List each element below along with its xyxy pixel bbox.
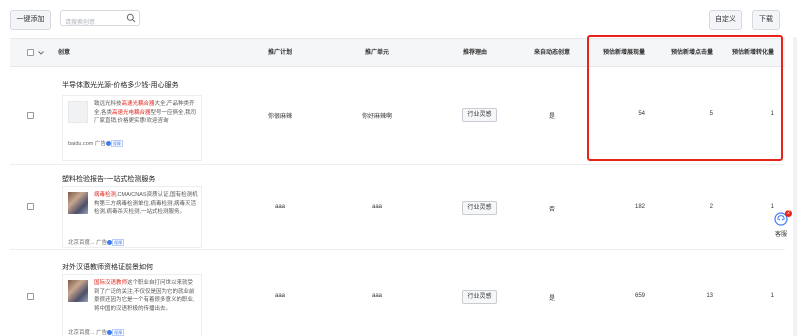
column-header-est-conversions: 预估新增转化量 [731,50,774,56]
creative-site: baidu.com 广告 保障 [68,140,123,148]
customize-columns-button[interactable]: 自定义 [709,10,742,30]
guarantee-badge: 保障 [110,140,123,148]
creative-description: 国际汉语教师这个职业自打问世以来就受到了广泛的关注,不仅仅是因为它的就业前景很还… [94,280,195,312]
creative-site: 北京百度... 广告 保障 [68,329,125,336]
row-checkbox[interactable] [27,293,34,300]
vertical-scrollbar[interactable] [793,37,797,336]
reason-tag-button[interactable]: 行业灵感 [462,290,497,304]
download-button[interactable]: 下载 [752,10,780,30]
creative-site: 北京百度... 广告 保障 [68,239,125,247]
creative-thumbnail [68,280,88,302]
column-header-creative: 创意 [58,50,71,56]
column-header-auto-created: 来自动态创意 [533,50,570,56]
add-all-button[interactable]: 一键添加 [10,10,51,30]
select-all-checkbox[interactable] [27,49,34,56]
row-checkbox[interactable] [27,112,34,119]
search-box[interactable] [60,10,140,30]
auto-created-cell: 是 [548,296,555,302]
unit-cell[interactable]: 你好麻辣啊 [352,111,402,120]
creative-title[interactable]: 塑料检验报告-一站式检测服务 [62,174,155,184]
guarantee-badge: 保障 [112,239,125,247]
row-checkbox[interactable] [27,203,34,210]
creative-description: 致远光科技高速光耦合器大全,产品种类齐全,各类高速光电耦合器型号一应俱全,我司厂… [94,101,197,125]
creative-thumbnail [68,101,88,123]
auto-created-cell: 否 [548,207,555,213]
est-clicks-cell: 13 [706,293,713,299]
search-input[interactable] [61,16,125,30]
creative-preview-card: 致远光科技高速光耦合器大全,产品种类齐全,各类高速光电耦合器型号一应俱全,我司厂… [62,95,202,161]
est-impressions-cell: 54 [638,111,645,117]
campaign-cell[interactable]: 你很麻辣 [255,111,305,120]
creative-description: 病毒检测,CMA/CNAS资质认证,国有检测机构第三方病毒检测单位,病毒检测,病… [94,192,198,216]
campaign-cell[interactable]: aaa [255,204,305,210]
est-clicks-cell: 5 [709,111,713,117]
creative-preview-card: 病毒检测,CMA/CNAS资质认证,国有检测机构第三方病毒检测单位,病毒检测,病… [62,186,202,248]
creative-thumbnail [68,192,88,214]
creative-preview-card: 国际汉语教师这个职业自打问世以来就受到了广泛的关注,不仅仅是因为它的就业前景很还… [62,274,202,336]
toolbar: 一键添加 自定义 下载 [0,0,800,36]
search-icon[interactable] [126,13,136,23]
column-header-est-clicks: 预估新增点击量 [670,50,713,56]
est-impressions-cell: 182 [634,204,645,210]
table-header: 创意 推广计划 推广单元 推荐理由 来自动态创意 预估新增展现量 预估新增点击量… [10,39,785,67]
customer-service-label: 客服 [774,232,787,238]
unit-cell[interactable]: aaa [352,204,402,210]
creatives-table: 创意 推广计划 推广单元 推荐理由 来自动态创意 预估新增展现量 预估新增点击量… [10,38,785,336]
column-header-reason: 推荐理由 [462,50,487,56]
est-clicks-cell: 2 [709,204,713,210]
table-row: 塑料检验报告-一站式检测服务 病毒检测,CMA/CNAS资质认证,国有检测机构第… [10,165,785,250]
creative-title[interactable]: 半导体激光光源-价格多少钱-用心服务 [62,80,179,90]
auto-created-cell: 是 [548,114,555,120]
reason-tag-button[interactable]: 行业灵感 [462,108,497,122]
est-conversions-cell: 1 [770,204,774,210]
column-header-campaign: 推广计划 [267,50,292,56]
creative-title[interactable]: 对外汉语教师资格证前景如何 [62,262,153,272]
guarantee-badge: 保障 [112,329,125,336]
est-conversions-cell: 1 [770,293,774,299]
column-header-unit: 推广单元 [364,50,389,56]
table-row: 半导体激光光源-价格多少钱-用心服务 致远光科技高速光耦合器大全,产品种类齐全,… [10,67,785,165]
campaign-cell[interactable]: aaa [255,293,305,299]
chevron-down-icon[interactable] [37,49,45,57]
notification-badge: 2 [785,210,792,217]
table-row: 对外汉语教师资格证前景如何 国际汉语教师这个职业自打问世以来就受到了广泛的关注,… [10,250,785,336]
reason-tag-button[interactable]: 行业灵感 [462,201,497,215]
recommended-creatives-page: 一键添加 自定义 下载 创意 推广计划 推广单元 推荐理由 来自动态创意 预估新… [0,0,800,336]
est-conversions-cell: 1 [770,111,774,117]
est-impressions-cell: 659 [634,293,645,299]
column-header-est-impressions: 预估新增展现量 [602,50,645,56]
unit-cell[interactable]: aaa [352,293,402,299]
customer-service-button[interactable]: 2 客服 [768,210,794,240]
